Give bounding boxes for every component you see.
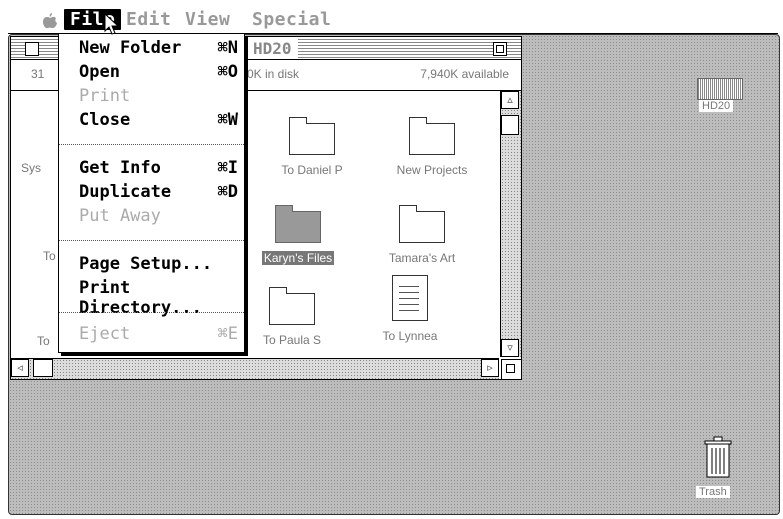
menu-item-put-away: Put Away [79, 206, 161, 226]
document-icon-item[interactable]: To Lynnea [355, 275, 465, 344]
partial-label: To [43, 249, 56, 263]
icon-label: Karyn's Files [261, 251, 335, 265]
menu-item-duplicate[interactable]: Duplicate ⌘D [79, 182, 238, 206]
file-menu: New Folder ⌘N Open ⌘O Print Close ⌘W Get In… [58, 33, 245, 353]
scroll-right-button[interactable]: ▹ [481, 359, 499, 377]
shortcut: ⌘E [217, 324, 238, 344]
items-count: 31 [31, 67, 45, 81]
icon-label: To Lynnea [382, 329, 438, 343]
disk-label: HD20 [699, 100, 734, 112]
menu-bar: File Edit View Special [8, 6, 778, 34]
icon-label: Tamara's Art [388, 251, 456, 265]
menu-item-print-directory[interactable]: Print Directory... [79, 278, 238, 318]
folder-icon-item[interactable]: To Daniel P [257, 115, 367, 178]
folder-icon [399, 205, 445, 243]
menu-edit[interactable]: Edit [126, 9, 171, 30]
icon-label: To Daniel P [281, 163, 343, 177]
menu-separator [59, 312, 244, 313]
scroll-up-button[interactable]: ▵ [501, 91, 519, 109]
folder-icon-item[interactable]: Karyn's Files [243, 203, 353, 266]
menu-item-print: Print [79, 86, 131, 106]
folder-icon [289, 117, 335, 155]
scroll-down-button[interactable]: ▿ [501, 339, 519, 357]
trash-icon[interactable] [703, 435, 733, 479]
trash-label: Trash [696, 486, 730, 498]
folder-icon-item[interactable]: Tamara's Art [367, 203, 477, 266]
menu-separator [59, 144, 244, 145]
menu-item-new-folder[interactable]: New Folder ⌘N [79, 38, 238, 62]
disk-used: 0K in disk [247, 67, 300, 81]
menu-separator [59, 240, 244, 241]
partial-label: Sys [21, 161, 42, 175]
hard-disk-icon[interactable] [697, 78, 743, 100]
horizontal-scrollbar[interactable]: ◃ ▹ [11, 358, 499, 379]
zoom-box[interactable] [493, 42, 507, 56]
grow-box[interactable] [501, 359, 521, 379]
folder-icon [275, 205, 321, 243]
document-icon [392, 275, 428, 321]
shortcut: ⌘D [217, 182, 238, 202]
close-box[interactable] [25, 42, 39, 56]
menu-view[interactable]: View [185, 9, 230, 30]
partial-label: To [37, 334, 50, 348]
menu-special[interactable]: Special [252, 9, 331, 30]
disk-available: 7,940K available [420, 67, 509, 81]
mouse-pointer-icon [104, 13, 120, 35]
shortcut: ⌘I [217, 158, 238, 178]
icon-label: To Paula S [262, 333, 322, 347]
shortcut: ⌘N [217, 38, 238, 58]
menu-item-eject: Eject ⌘E [79, 324, 238, 344]
menu-item-page-setup[interactable]: Page Setup... [79, 254, 238, 278]
vertical-scrollbar[interactable]: ▵ ▿ [500, 91, 521, 357]
folder-icon [409, 117, 455, 155]
folder-icon-item[interactable]: To Paula S [237, 285, 347, 348]
menu-item-get-info[interactable]: Get Info ⌘I [79, 158, 238, 182]
scroll-left-button[interactable]: ◃ [11, 359, 29, 377]
window-title: HD20 [247, 39, 298, 58]
scroll-thumb[interactable] [33, 359, 53, 377]
menu-item-open[interactable]: Open ⌘O [79, 62, 238, 86]
shortcut: ⌘W [217, 110, 238, 130]
shortcut: ⌘O [217, 62, 238, 82]
folder-icon-item[interactable]: New Projects [377, 115, 487, 178]
scroll-thumb[interactable] [501, 115, 519, 135]
folder-icon [269, 287, 315, 325]
icon-label: New Projects [396, 163, 468, 177]
apple-icon[interactable] [43, 13, 57, 29]
menu-item-close[interactable]: Close ⌘W [79, 110, 238, 134]
